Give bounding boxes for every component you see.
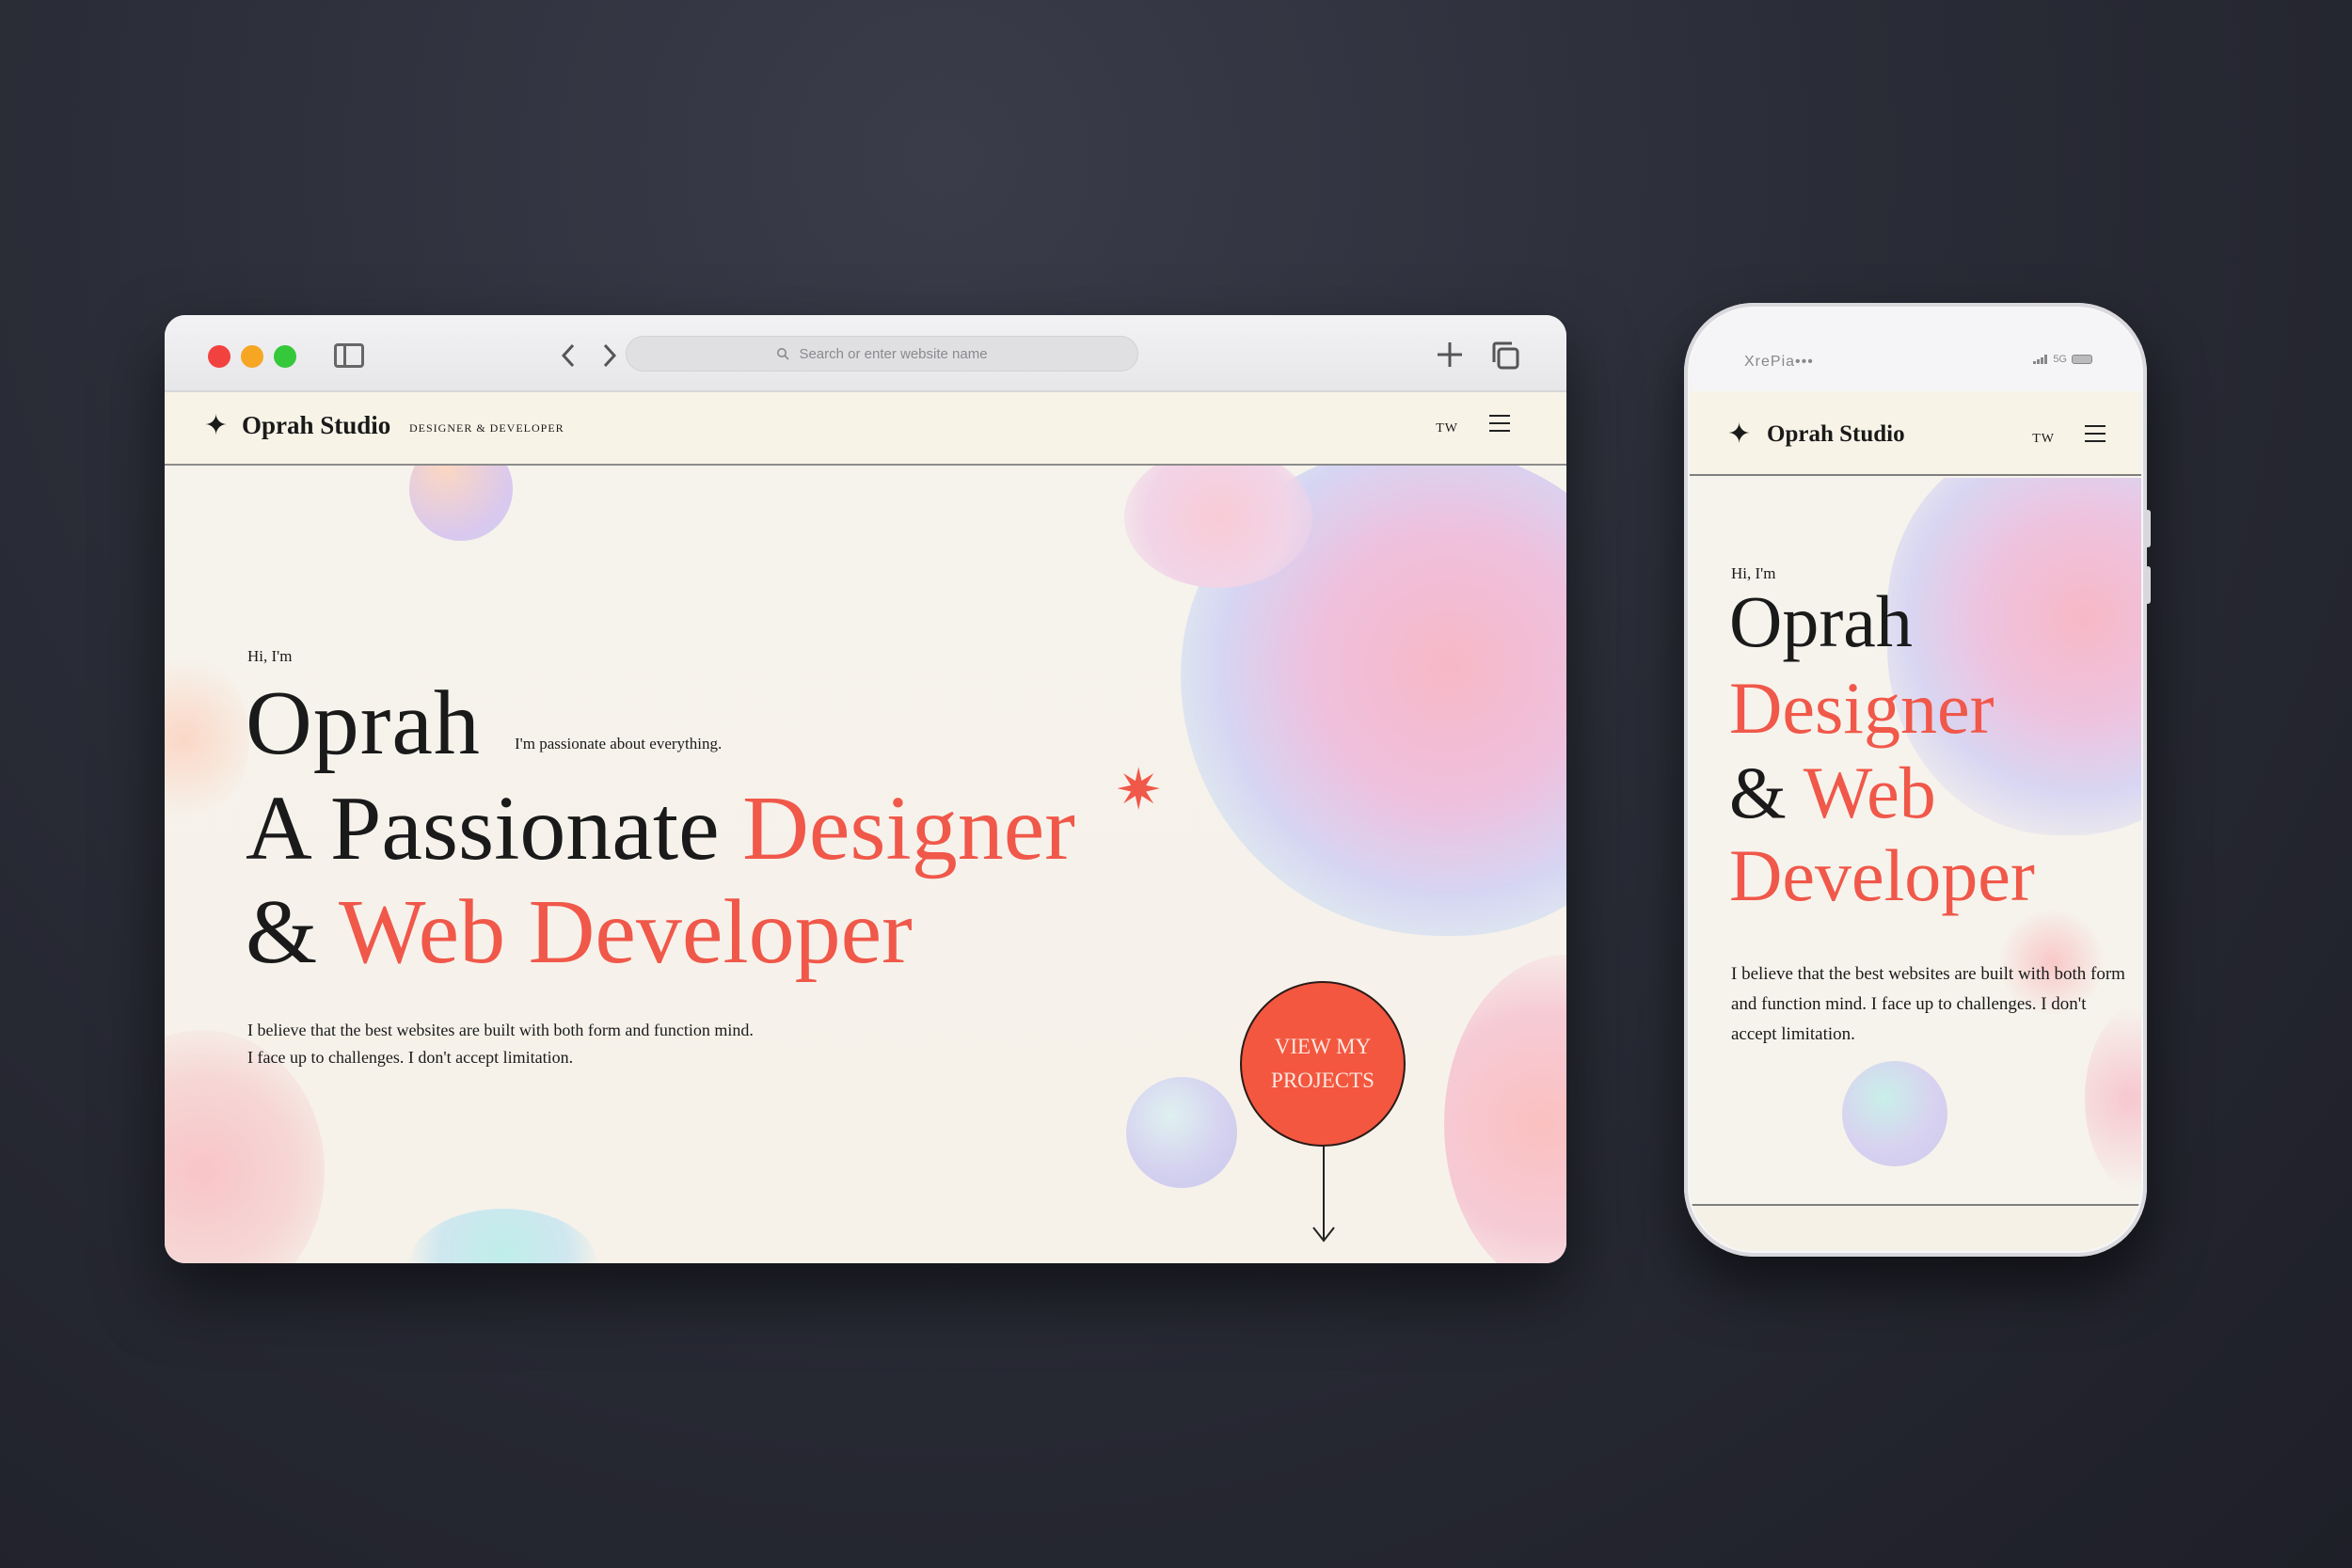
forward-icon[interactable] — [599, 341, 620, 370]
phone-hero-section: Hi, I'm Oprah Designer & Web Developer I… — [1690, 478, 2141, 1204]
hamburger-menu-icon[interactable] — [2085, 425, 2106, 442]
signal-icon — [2033, 355, 2048, 364]
gradient-blob — [409, 466, 513, 541]
brand-tagline: DESIGNER & DEVELOPER — [409, 421, 564, 435]
cta-label-line: VIEW MY — [1274, 1035, 1372, 1058]
search-icon — [777, 348, 790, 360]
phone-side-button — [2145, 566, 2151, 604]
new-tab-icon[interactable] — [1435, 340, 1465, 370]
hero-name: Oprah — [1729, 580, 1913, 662]
headline-text: A Passionate — [246, 778, 743, 879]
browser-window: Search or enter website name ✦ Oprah Stu… — [165, 315, 1566, 1263]
nav-link-tw[interactable]: TW — [2032, 432, 2055, 447]
hero-headline-line1: A Passionate Designer — [246, 776, 1075, 881]
zoom-window-button[interactable] — [274, 345, 296, 368]
back-icon[interactable] — [558, 341, 579, 370]
phone-screen: XrePia••• 5G ✦ Oprah Studio TW Hi, I'm O… — [1690, 309, 2141, 1251]
network-label: 5G — [2053, 354, 2067, 365]
close-window-button[interactable] — [208, 345, 230, 368]
headline-ampersand: & — [1729, 752, 1804, 833]
address-bar[interactable]: Search or enter website name — [626, 336, 1138, 372]
status-indicators: 5G — [2033, 354, 2092, 365]
headline-line-web: & Web — [1729, 751, 1936, 835]
star-logo-icon: ✦ — [204, 409, 229, 442]
headline-accent-designer: Designer — [742, 778, 1075, 879]
hero-greeting: Hi, I'm — [247, 647, 293, 665]
battery-icon — [2072, 355, 2092, 364]
address-placeholder: Search or enter website name — [799, 345, 988, 362]
phone-site-header: ✦ Oprah Studio TW — [1690, 391, 2141, 476]
arrow-down-icon — [1312, 1227, 1335, 1243]
headline-accent-developer: Developer — [1729, 834, 2035, 916]
cta-label-line: PROJECTS — [1271, 1069, 1375, 1092]
browser-toolbar: Search or enter website name — [165, 315, 1566, 392]
hero-name: Oprah — [246, 673, 481, 774]
tabs-overview-icon[interactable] — [1489, 340, 1521, 372]
phone-side-button — [2145, 510, 2151, 547]
phone-bottom-bar — [1690, 1204, 2141, 1251]
carrier-name: XrePia••• — [1744, 354, 1814, 370]
site-header: ✦ Oprah Studio DESIGNER & DEVELOPER TW — [165, 392, 1566, 466]
minimize-window-button[interactable] — [241, 345, 263, 368]
brand-name[interactable]: Oprah Studio — [1767, 421, 1905, 448]
hamburger-menu-icon[interactable] — [1489, 415, 1510, 432]
gradient-blob — [1444, 955, 1566, 1263]
brand-name[interactable]: Oprah Studio — [242, 411, 390, 440]
status-bar: XrePia••• 5G — [1690, 309, 2141, 391]
headline-accent-web: Web — [1803, 752, 1936, 833]
hero-headline-line2: & Web Developer — [246, 879, 913, 985]
gradient-blob — [165, 654, 249, 823]
hero-description: I believe that the best websites are bui… — [247, 1017, 754, 1071]
gradient-blob — [1126, 1077, 1237, 1188]
headline-ampersand: & — [246, 881, 339, 983]
hero-description-line: I face up to challenges. I don't accept … — [247, 1048, 574, 1067]
hero-section: Hi, I'm Oprah I'm passionate about every… — [165, 466, 1566, 1263]
sidebar-toggle-icon[interactable] — [334, 343, 364, 368]
headline-accent-web-developer: Web Developer — [338, 881, 913, 983]
view-projects-button[interactable]: VIEW MY PROJECTS — [1240, 981, 1406, 1147]
nav-link-tw[interactable]: TW — [1436, 421, 1458, 436]
headline-accent-designer: Designer — [1729, 667, 1994, 749]
gradient-blob — [1842, 1061, 1947, 1166]
asterisk-icon: ✷ — [1115, 757, 1163, 823]
hero-description-line: I believe that the best websites are bui… — [247, 1021, 754, 1039]
hero-passion-text: I'm passionate about everything. — [515, 735, 723, 752]
gradient-blob — [409, 1209, 597, 1263]
phone-device: XrePia••• 5G ✦ Oprah Studio TW Hi, I'm O… — [1684, 303, 2151, 1257]
star-logo-icon: ✦ — [1727, 418, 1752, 451]
hero-description: I believe that the best websites are bui… — [1731, 964, 2125, 1044]
